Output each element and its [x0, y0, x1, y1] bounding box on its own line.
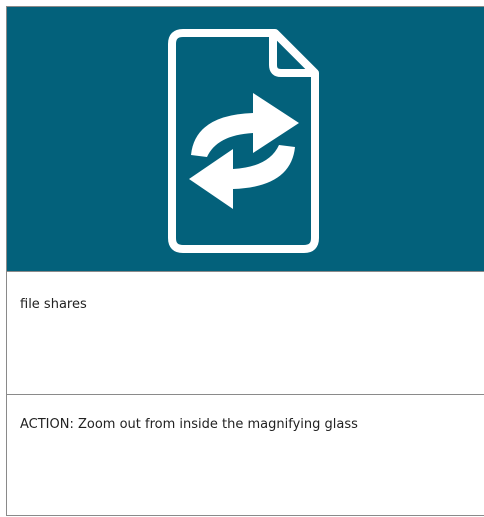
card-hero — [7, 7, 484, 271]
divider-top — [7, 271, 484, 272]
file-share-card: file shares ACTION: Zoom out from inside… — [6, 6, 484, 516]
card-label: file shares — [20, 297, 87, 312]
action-text: ACTION: Zoom out from inside the magnify… — [20, 417, 358, 432]
file-share-icon — [168, 29, 319, 253]
divider-middle — [7, 394, 484, 395]
